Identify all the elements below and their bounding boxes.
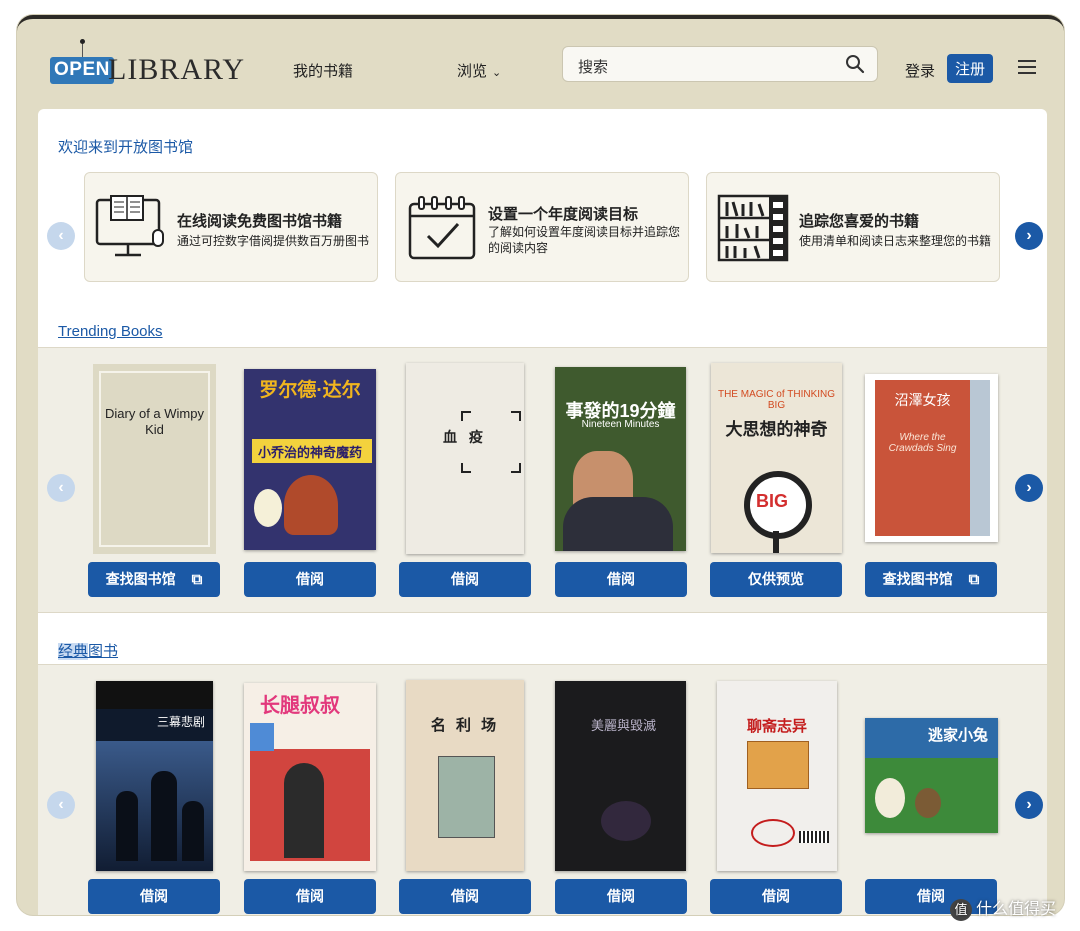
cover-subtitle: Nineteen Minutes [581, 419, 660, 430]
cover-title: Diary of a Wimpy Kid [105, 406, 204, 437]
book-cover[interactable]: 逃家小兔 [865, 718, 998, 833]
signup-button[interactable]: 注册 [947, 54, 994, 83]
classics-next-icon[interactable]: › [1015, 791, 1043, 819]
calendar-check-icon [408, 196, 476, 260]
book-cover[interactable]: 三幕悲剧 [96, 681, 213, 871]
trending-books-title[interactable]: Trending Books [58, 323, 163, 340]
card-desc: 通过可控数字借阅提供数百万册图书 [177, 234, 370, 248]
welcome-card-reading-goal[interactable]: 设置一个年度阅读目标 了解如何设置年度阅读目标并追踪您的阅读内容 [395, 172, 689, 282]
card-title: 在线阅读免费图书馆书籍 [177, 213, 343, 230]
computer-icon [95, 195, 164, 257]
card-desc: 使用清单和阅读日志来整理您的书籍 [799, 234, 992, 248]
nav-browse[interactable]: 浏览 ⌄ [457, 60, 501, 81]
book-cover[interactable]: 名 利 场 [406, 680, 524, 871]
borrow-button[interactable]: 借阅 [555, 562, 687, 597]
welcome-title: 欢迎来到开放图书馆 [58, 139, 194, 156]
watermark-text: 什么值得买 [976, 901, 1057, 918]
cover-subtitle: Where the Crawdads Sing [888, 432, 957, 454]
chevron-down-icon: ⌄ [492, 67, 502, 79]
logo-library-text: LIBRARY [108, 53, 246, 86]
borrow-button[interactable]: 借阅 [399, 562, 531, 597]
card-title: 追踪您喜爱的书籍 [799, 213, 920, 230]
welcome-card-track-books[interactable]: 追踪您喜爱的书籍 使用清单和阅读日志来整理您的书籍 [706, 172, 1000, 282]
external-link-icon: ⧉ [968, 571, 980, 588]
borrow-button[interactable]: 借阅 [88, 879, 220, 914]
borrow-button[interactable]: 借阅 [244, 562, 376, 597]
borrow-button[interactable]: 借阅 [244, 879, 376, 914]
borrow-button[interactable]: 借阅 [555, 879, 687, 914]
cover-title: 沼澤女孩 [894, 394, 951, 409]
carousel-prev-icon[interactable]: ‹ [47, 222, 75, 250]
cover-subtitle: 小乔治的神奇魔药 [257, 445, 362, 460]
carousel-next-icon[interactable]: › [1015, 222, 1043, 250]
cover-title: 血 疫 [443, 429, 487, 445]
site-header: OPEN LIBRARY 我的书籍 浏览 ⌄ 搜索 登录 注册 [17, 19, 1064, 114]
book-cover[interactable]: 美麗與毀滅 [555, 681, 686, 871]
logo-open-text: OPEN [50, 39, 114, 84]
book-cover[interactable]: 聊斋志异 [717, 681, 837, 871]
find-library-button[interactable]: 查找图书馆 ⧉ [865, 562, 997, 597]
open-library-logo[interactable]: OPEN LIBRARY [50, 39, 244, 91]
trending-next-icon[interactable]: › [1015, 474, 1043, 502]
classics-prev-icon[interactable]: ‹ [47, 791, 75, 819]
welcome-card-read-online[interactable]: 在线阅读免费图书馆书籍 通过可控数字借阅提供数百万册图书 [84, 172, 378, 282]
classics-title-highlight: 经典 [58, 643, 89, 660]
trending-prev-icon[interactable]: ‹ [47, 474, 75, 502]
cover-subtitle: THE MAGIC of THINKING BIG [717, 389, 836, 411]
borrow-button[interactable]: 借阅 [710, 879, 842, 914]
watermark-logo-icon: 值 [950, 899, 972, 921]
book-cover[interactable]: 罗尔德·达尔 小乔治的神奇魔药 [244, 369, 376, 550]
cover-title: 长腿叔叔 [260, 695, 340, 717]
classics-title[interactable]: 经典图书 [58, 640, 118, 661]
main-panel: 欢迎来到开放图书馆 ‹ 在线阅读免费图书馆书籍 通过可控数字借阅提供数百万册图书 [38, 109, 1047, 915]
card-desc: 了解如何设置年度阅读目标并追踪您的阅读内容 [488, 225, 681, 255]
hamburger-menu-icon[interactable] [1018, 60, 1036, 78]
cover-title: 三幕悲剧 [156, 715, 205, 729]
cover-title: 名 利 场 [430, 717, 500, 734]
bookshelf-icon [717, 194, 789, 262]
button-label: 查找图书馆 [882, 571, 953, 587]
nav-my-books[interactable]: 我的书籍 [293, 60, 353, 81]
trending-carousel: ‹ Diary of a Wimpy Kid 罗尔德·达尔 小乔治的神奇魔药 血… [38, 347, 1047, 613]
card-title: 设置一个年度阅读目标 [488, 206, 639, 223]
nav-browse-label: 浏览 [457, 63, 488, 80]
book-cover[interactable]: 血 疫 [406, 363, 524, 554]
cover-title: 逃家小兔 [927, 727, 988, 744]
cover-title: 美麗與毀滅 [591, 718, 657, 733]
book-cover[interactable]: 事發的19分鐘 Nineteen Minutes [555, 367, 686, 551]
find-library-button[interactable]: 查找图书馆 ⧉ [88, 562, 220, 597]
book-cover[interactable]: 沼澤女孩 Where the Crawdads Sing [865, 374, 998, 542]
book-cover[interactable]: THE MAGIC of THINKING BIG 大思想的神奇 BIG [711, 363, 842, 553]
classics-carousel: ‹ 三幕悲剧 长腿叔叔 名 利 场 美麗與毀滅 聊斋志异 逃家小兔 › 借阅 借… [38, 664, 1047, 915]
search-input[interactable]: 搜索 [562, 46, 878, 82]
cover-title: 罗尔德·达尔 [259, 380, 361, 401]
button-label: 查找图书馆 [105, 571, 176, 587]
borrow-button[interactable]: 借阅 [399, 879, 531, 914]
preview-only-button[interactable]: 仅供预览 [710, 562, 842, 597]
login-link[interactable]: 登录 [905, 60, 935, 81]
external-link-icon: ⧉ [191, 571, 203, 588]
book-cover[interactable]: 长腿叔叔 [244, 683, 376, 871]
book-cover[interactable]: Diary of a Wimpy Kid [93, 364, 216, 554]
search-icon[interactable] [845, 54, 865, 74]
cover-title: 聊斋志异 [746, 718, 807, 735]
cover-title: 大思想的神奇 [725, 420, 828, 439]
browser-window: OPEN LIBRARY 我的书籍 浏览 ⌄ 搜索 登录 注册 欢迎来到开放图书馆… [17, 15, 1064, 915]
watermark: 值什么值得买 [950, 895, 1056, 921]
classics-title-rest: 图书 [88, 643, 119, 660]
search-placeholder: 搜索 [578, 59, 609, 76]
